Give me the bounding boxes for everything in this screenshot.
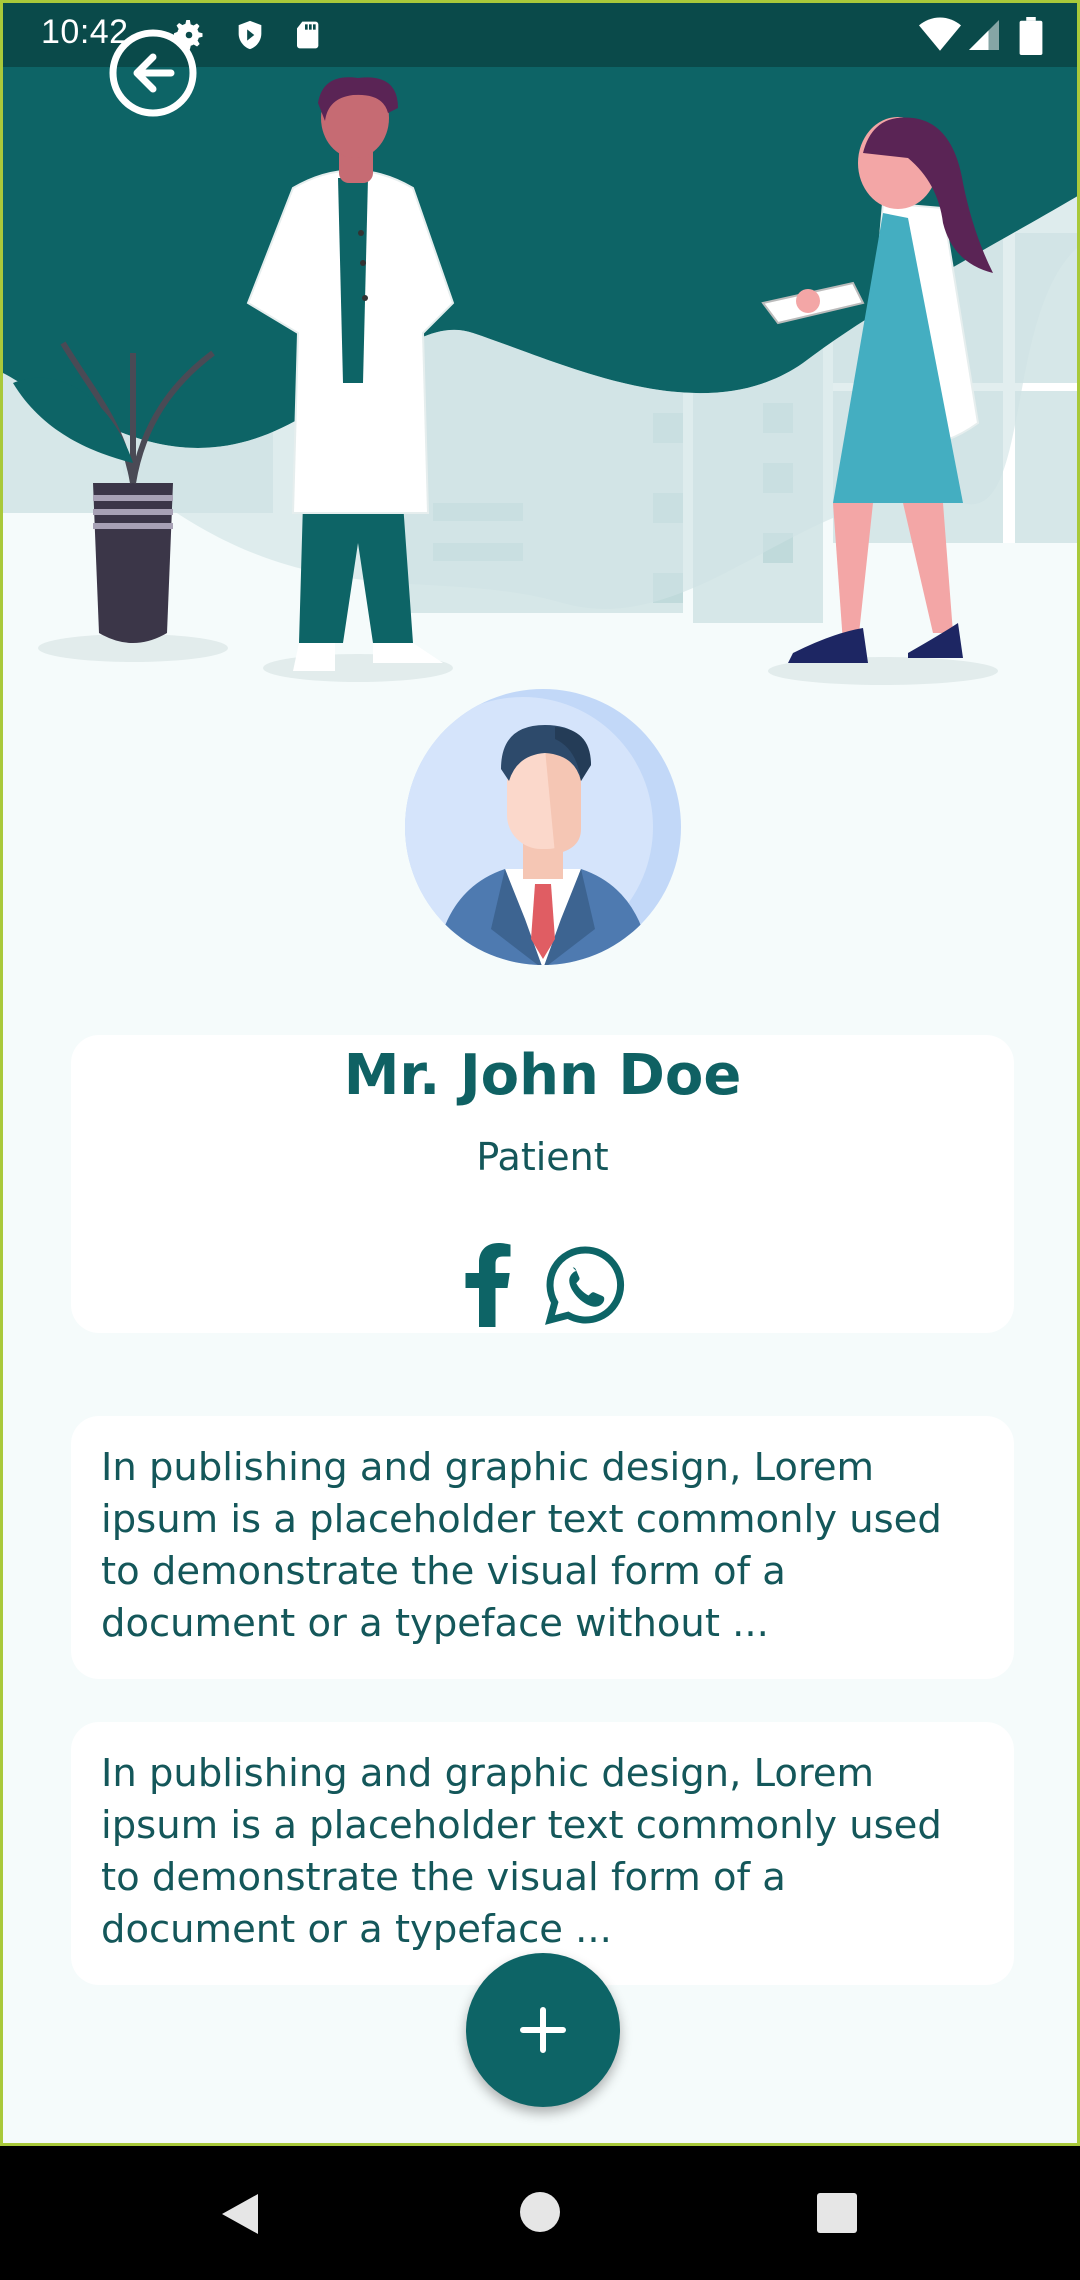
whatsapp-button[interactable] [543,1243,627,1331]
nav-back-button[interactable] [216,2190,264,2242]
back-button[interactable] [107,27,199,119]
avatar [405,689,681,965]
wifi-icon [919,17,961,57]
man-in-suit-avatar [405,689,681,965]
info-card-text: In publishing and graphic design, Lorem … [101,1445,942,1646]
social-links [71,1243,1014,1327]
battery-icon [1019,17,1043,59]
navigation-bar [0,2146,1080,2280]
sd-card-icon [293,17,325,57]
facebook-icon [465,1243,511,1327]
nav-home-button[interactable] [518,2190,562,2238]
facebook-button[interactable] [458,1243,518,1331]
add-button[interactable] [466,1953,620,2107]
recents-square-icon [817,2193,857,2233]
nav-recents-button[interactable] [816,2192,858,2238]
profile-name: Mr. John Doe [343,1043,742,1108]
plus-icon [520,2007,566,2053]
info-card[interactable]: In publishing and graphic design, Lorem … [71,1416,1014,1679]
home-circle-icon [520,2192,560,2232]
profile-role: Patient [476,1135,609,1179]
screen: 10:42 Mr. John Doe Patient In publishing… [0,0,1080,2280]
back-arrow-icon [109,29,197,117]
back-triangle-icon [222,2194,258,2234]
shield-icon [233,17,267,57]
profile-card: Mr. John Doe Patient [71,1035,1014,1333]
info-card-text: In publishing and graphic design, Lorem … [101,1751,942,1952]
info-card[interactable]: In publishing and graphic design, Lorem … [71,1722,1014,1985]
app-window: 10:42 Mr. John Doe Patient In publishing… [0,0,1080,2146]
whatsapp-icon [545,1246,625,1325]
signal-icon [965,17,1003,57]
